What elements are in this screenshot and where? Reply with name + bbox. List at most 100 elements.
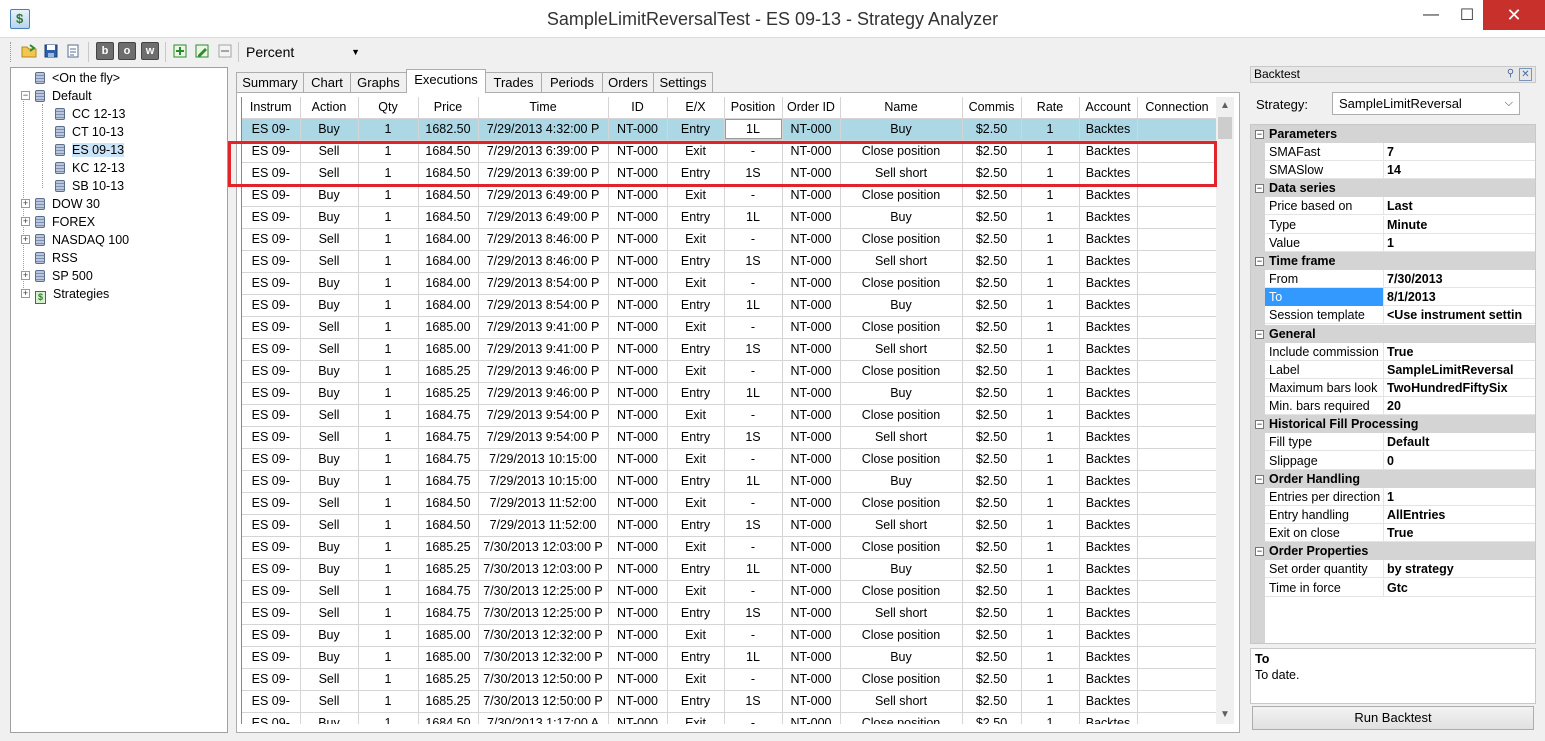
tab-summary[interactable]: Summary [236,72,304,93]
instrument-tree[interactable]: <On the fly> − Default CC 12-13 CT 10-13… [10,67,228,733]
property-value[interactable]: True [1387,343,1535,361]
property-row[interactable]: From 7/30/2013 [1265,270,1535,288]
tab-graphs[interactable]: Graphs [350,72,407,93]
tab-orders[interactable]: Orders [602,72,654,93]
property-value[interactable]: 14 [1387,161,1535,179]
w-icon[interactable]: w [141,42,159,60]
tab-trades[interactable]: Trades [485,72,542,93]
tree-item-forex[interactable]: + FOREX [21,213,95,231]
column-header-name[interactable]: Name [840,97,963,119]
column-header-id[interactable]: ID [608,97,668,119]
property-row[interactable]: Maximum bars look TwoHundredFiftySix [1265,379,1535,397]
column-header-order-id[interactable]: Order ID [782,97,841,119]
table-row[interactable]: ES 09- Buy 1 1684.50 7/29/2013 6:49:00 P NT-0… [242,184,1216,207]
table-row[interactable]: ES 09- Buy 1 1684.00 7/29/2013 8:54:00 P NT-0… [242,272,1216,295]
expand-icon[interactable]: + [21,199,30,208]
executions-grid[interactable]: Instrum Action Qty Price Time ID E/X Pos… [241,97,1216,724]
tab-chart[interactable]: Chart [303,72,351,93]
property-row[interactable]: Label SampleLimitReversal [1265,360,1535,379]
column-header-connection[interactable]: Connection [1137,97,1216,119]
toolbar-grip[interactable] [10,42,14,62]
column-header-entry-exit[interactable]: E/X [667,97,725,119]
tree-item-dow-30[interactable]: + DOW 30 [21,195,100,213]
table-row[interactable]: ES 09- Buy 1 1684.50 7/29/2013 6:49:00 P NT-0… [242,206,1216,229]
property-value[interactable]: <Use instrument settin [1387,306,1535,324]
remove-icon[interactable] [216,42,234,60]
strategy-dropdown[interactable]: SampleLimitReversal ⌵ [1332,92,1520,115]
property-value[interactable]: Minute [1387,216,1535,234]
property-value[interactable]: Last [1387,197,1535,215]
property-value[interactable]: AllEntries [1387,506,1535,524]
property-value[interactable]: SampleLimitReversal [1387,361,1535,379]
property-grid[interactable]: − Parameters SMAFast 7 SMASlow 14− Data series… [1250,124,1536,644]
table-row[interactable]: ES 09- Sell 1 1685.00 7/29/2013 9:41:00 P NT-… [242,316,1216,339]
table-row[interactable]: ES 09- Buy 1 1685.25 7/30/2013 12:03:00 P NT-… [242,536,1216,559]
property-value[interactable]: 20 [1387,397,1535,415]
column-header-commission[interactable]: Commis [962,97,1022,119]
property-row[interactable]: To 8/1/2013 [1265,288,1535,307]
close-panel-icon[interactable]: ✕ [1519,68,1532,81]
table-row[interactable]: ES 09- Buy 1 1684.00 7/29/2013 8:54:00 P NT-0… [242,294,1216,317]
table-row[interactable]: ES 09- Buy 1 1685.00 7/30/2013 12:32:00 P NT-… [242,624,1216,647]
table-row[interactable]: ES 09- Sell 1 1685.25 7/30/2013 12:50:00 P NT… [242,690,1216,713]
scroll-up-icon[interactable]: ▲ [1216,97,1234,115]
tree-item-on-the-fly[interactable]: <On the fly> [35,69,120,87]
tree-item-strategies[interactable]: + $ Strategies [21,285,109,304]
table-row[interactable]: ES 09- Sell 1 1684.75 7/30/2013 12:25:00 P NT… [242,580,1216,603]
property-row[interactable]: Include commission True [1265,342,1535,361]
table-row[interactable]: ES 09- Buy 1 1684.50 7/30/2013 1:17:00 A NT-0… [242,712,1216,724]
expand-icon[interactable]: + [21,217,30,226]
tree-item-sp-500[interactable]: + SP 500 [21,267,93,285]
property-category[interactable]: − Time frame [1251,252,1535,270]
property-value[interactable]: 8/1/2013 [1387,288,1535,306]
b-icon[interactable]: b [96,42,114,60]
property-category[interactable]: − Parameters [1251,125,1535,143]
tree-item-nasdaq-100[interactable]: + NASDAQ 100 [21,231,129,249]
table-row[interactable]: ES 09- Sell 1 1684.75 7/29/2013 9:54:00 P NT-… [242,426,1216,449]
property-category[interactable]: − Order Handling [1251,469,1535,488]
table-row[interactable]: ES 09- Sell 1 1684.50 7/29/2013 11:52:00 NT-0… [242,514,1216,537]
property-value[interactable]: Gtc [1387,579,1535,597]
column-header-qty[interactable]: Qty [358,97,419,119]
close-button[interactable]: ✕ [1483,0,1545,30]
table-row[interactable]: ES 09- Sell 1 1684.75 7/30/2013 12:25:00 P NT… [242,602,1216,625]
property-category[interactable]: − General [1251,324,1535,343]
tree-item-rss[interactable]: RSS [35,249,78,267]
tab-executions[interactable]: Executions [406,69,486,93]
property-row[interactable]: SMASlow 14 [1265,161,1535,180]
collapse-icon[interactable]: − [1255,329,1264,339]
collapse-icon[interactable]: − [21,91,30,100]
collapse-icon[interactable]: − [1255,184,1264,194]
column-header-rate[interactable]: Rate [1021,97,1080,119]
table-row[interactable]: ES 09- Buy 1 1685.00 7/30/2013 12:32:00 P NT-… [242,646,1216,669]
property-value[interactable]: 7 [1387,143,1535,161]
table-row[interactable]: ES 09- Sell 1 1684.50 7/29/2013 6:39:00 P NT-… [242,140,1216,163]
property-row[interactable]: Min. bars required 20 [1265,397,1535,416]
table-row[interactable]: ES 09- Sell 1 1685.25 7/30/2013 12:50:00 P NT… [242,668,1216,691]
property-row[interactable]: SMAFast 7 [1265,143,1535,161]
property-row[interactable]: Type Minute [1265,215,1535,234]
grid-vertical-scrollbar[interactable]: ▲ ▼ [1216,97,1234,724]
column-header-action[interactable]: Action [300,97,359,119]
collapse-icon[interactable]: − [1255,547,1264,557]
table-row[interactable]: ES 09- Sell 1 1685.00 7/29/2013 9:41:00 P NT-… [242,338,1216,361]
property-row[interactable]: Entry handling AllEntries [1265,506,1535,524]
add-icon[interactable] [171,42,189,60]
column-header-time[interactable]: Time [478,97,609,119]
o-icon[interactable]: o [118,42,136,60]
property-value[interactable]: 0 [1387,452,1535,470]
table-row[interactable]: ES 09- Sell 1 1684.75 7/29/2013 9:54:00 P NT-… [242,404,1216,427]
tab-periods[interactable]: Periods [541,72,603,93]
property-value[interactable]: 1 [1387,488,1535,506]
save-icon[interactable] [42,42,60,60]
table-row[interactable]: ES 09- Sell 1 1684.50 7/29/2013 6:39:00 P NT-… [242,162,1216,185]
property-value[interactable]: TwoHundredFiftySix [1387,379,1535,397]
column-header-instrument[interactable]: Instrum [242,97,301,119]
property-row[interactable]: Time in force Gtc [1265,578,1535,597]
tree-item-es-09-13[interactable]: ES 09-13 [55,141,125,159]
property-value[interactable]: 1 [1387,234,1535,252]
display-unit-dropdown[interactable]: Percent ▼ [242,42,364,62]
table-row[interactable]: ES 09- Sell 1 1684.00 7/29/2013 8:46:00 P NT-… [242,250,1216,273]
column-header-position[interactable]: Position [724,97,783,119]
collapse-icon[interactable]: − [1255,474,1264,484]
